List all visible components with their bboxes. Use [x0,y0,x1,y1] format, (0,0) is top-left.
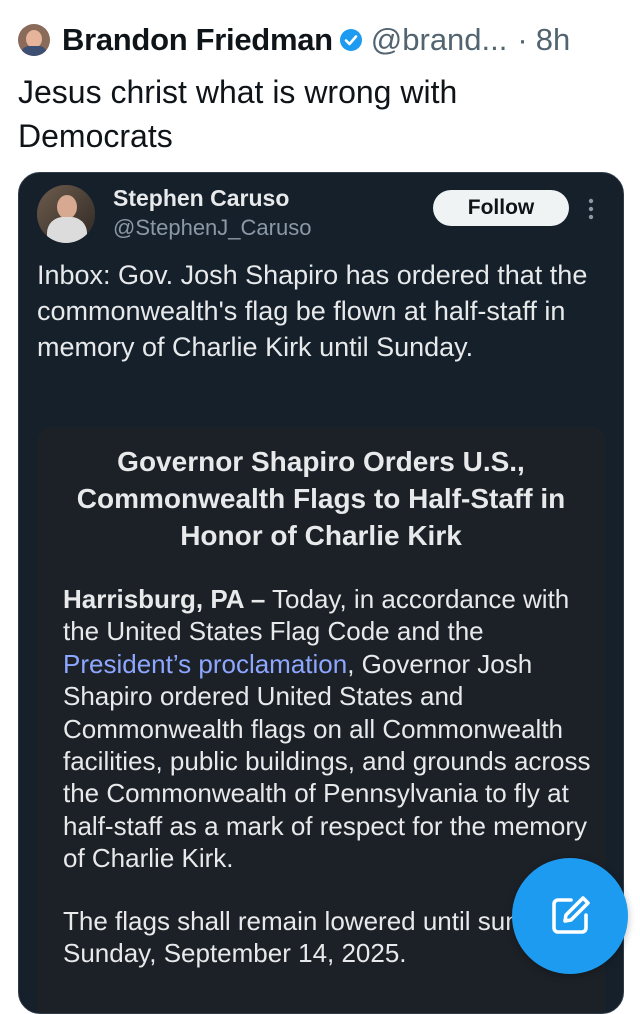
dot-separator: · [517,22,528,57]
avatar-head [57,195,77,219]
quoted-text: Inbox: Gov. Josh Shapiro has ordered tha… [37,260,588,362]
more-vertical-icon[interactable] [587,197,595,221]
press-release-text-2: , Governor Josh Shapiro ordered United S… [63,648,591,874]
press-release-title: Governor Shapiro Orders U.S., Commonweal… [76,446,566,551]
author-avatar[interactable] [18,24,50,56]
quoted-author-avatar[interactable] [37,185,95,243]
press-release-dateline: Harrisburg, PA – [63,584,266,614]
author-handle[interactable]: @brand... [371,22,508,58]
author-name[interactable]: Brandon Friedman [62,22,333,58]
proclamation-link[interactable]: President’s proclamation [63,649,347,679]
compose-icon [552,896,590,934]
press-release-body: Harrisburg, PA – Today, in accordance wi… [63,583,593,875]
compose-button[interactable] [512,858,628,974]
post-time[interactable]: 8h [536,22,570,58]
post-header: Brandon Friedman @brand... · 8h [18,20,628,60]
quoted-author-handle[interactable]: @StephenJ_Caruso [113,215,311,241]
quoted-author-name[interactable]: Stephen Caruso [113,185,289,212]
avatar-shirt [21,46,47,56]
post-text: Jesus christ what is wrong with Democrat… [18,74,458,154]
follow-button[interactable]: Follow [433,190,569,226]
verified-badge-icon [339,29,362,51]
avatar-body [47,217,87,243]
